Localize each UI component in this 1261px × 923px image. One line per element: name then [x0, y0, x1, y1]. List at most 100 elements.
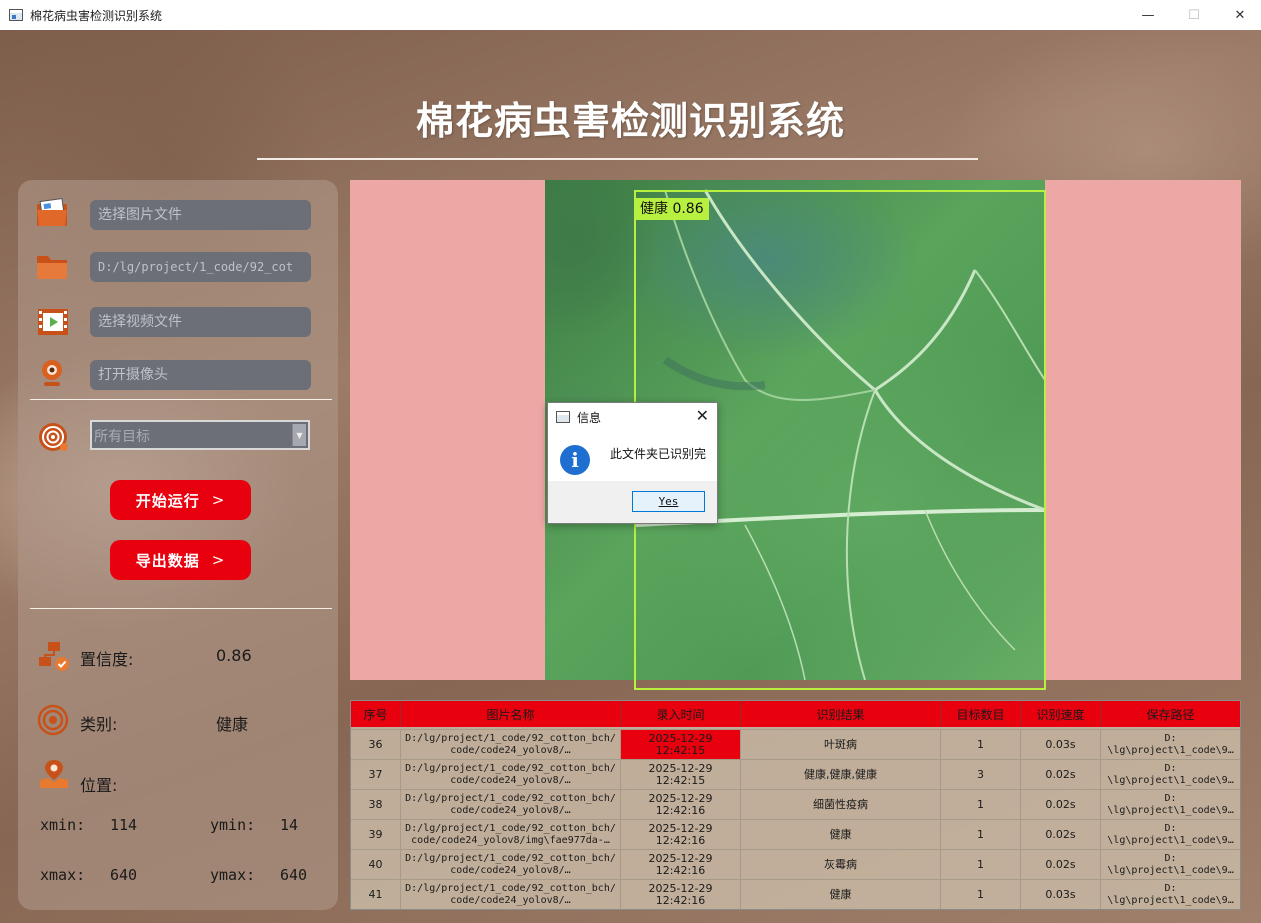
- cell-image-name-text: code/code24_yolov8/img\fae977da-…: [411, 834, 610, 846]
- table-header: 序号 图片名称 录入时间 识别结果 目标数目 识别速度 保存路径: [351, 701, 1240, 727]
- cell-time-text: 2025-12-29: [648, 881, 713, 895]
- dialog-title: 信息: [577, 411, 602, 425]
- cell-time: 2025-12-29 12:42:15: [621, 730, 741, 759]
- cell-speed: 0.02s: [1021, 850, 1101, 879]
- cell-save-path-text: D:: [1164, 762, 1177, 774]
- cell-count: 3: [941, 760, 1021, 789]
- cell-time-text: 2025-12-29: [648, 851, 713, 865]
- cell-speed-text: 0.02s: [1045, 767, 1076, 781]
- column-header[interactable]: 识别结果: [741, 701, 941, 727]
- cell-image-name-text: code/code24_yolov8/…: [450, 894, 571, 906]
- cell-result-text: 健康: [829, 887, 852, 901]
- cell-image-name-text: code/code24_yolov8/…: [450, 774, 571, 786]
- column-header[interactable]: 目标数目: [941, 701, 1021, 727]
- cell-id-text: 38: [368, 797, 383, 811]
- table-row[interactable]: 38 D:/lg/project/1_code/92_cotton_bch/cod…: [351, 789, 1240, 819]
- cell-id: 38: [351, 790, 401, 819]
- chevron-down-icon[interactable]: ▼: [292, 424, 306, 446]
- table-row[interactable]: 41 D:/lg/project/1_code/92_cotton_bch/cod…: [351, 879, 1240, 909]
- category-icon: [37, 704, 72, 736]
- cell-time: 2025-12-29 12:42:16: [621, 850, 741, 879]
- table-row[interactable]: 37 D:/lg/project/1_code/92_cotton_bch/cod…: [351, 759, 1240, 789]
- video-file-icon[interactable]: [36, 307, 70, 337]
- cell-image-name-text: D:/lg/project/1_code/92_cotton_bch/: [405, 882, 616, 894]
- camera-field[interactable]: 打开摄像头: [90, 360, 311, 390]
- cell-speed: 0.02s: [1021, 820, 1101, 849]
- info-dialog: 信息 ✕ i 此文件夹已识别完 Yes: [547, 402, 718, 524]
- title-underline: [257, 158, 978, 160]
- location-pin-icon: [38, 758, 72, 788]
- minimize-button[interactable]: —: [1125, 0, 1171, 30]
- cell-time-text: 12:42:15: [655, 743, 706, 757]
- cell-result-text: 叶斑病: [824, 737, 857, 751]
- cell-save-path-text: D:: [1164, 852, 1177, 864]
- column-header[interactable]: 录入时间: [621, 701, 741, 727]
- cell-result-text: 健康,健康,健康: [804, 767, 877, 781]
- cell-image-name: D:/lg/project/1_code/92_cotton_bch/code/…: [401, 820, 621, 849]
- maximize-button[interactable]: ☐: [1171, 0, 1217, 30]
- column-header[interactable]: 识别速度: [1021, 701, 1101, 727]
- column-header[interactable]: 保存路径: [1101, 701, 1240, 727]
- cell-result: 健康: [741, 820, 941, 849]
- window-titlebar: 棉花病虫害检测识别系统 — ☐ ✕: [0, 0, 1261, 30]
- cell-speed-text: 0.03s: [1045, 887, 1076, 901]
- cell-count-text: 1: [977, 737, 984, 751]
- chevron-right-icon: >: [211, 551, 226, 569]
- column-header[interactable]: 序号: [351, 701, 401, 727]
- cell-count-text: 1: [977, 857, 984, 871]
- cell-time-text: 2025-12-29: [648, 791, 713, 805]
- cell-save-path: D: \lg\project\1_code\9…: [1101, 730, 1240, 759]
- dialog-message: 此文件夹已识别完: [610, 447, 707, 461]
- folder-path-field[interactable]: D:/lg/project/1_code/92_cot: [90, 252, 311, 282]
- cell-save-path-text: \lg\project\1_code\9…: [1107, 864, 1234, 876]
- table-row[interactable]: 36 D:/lg/project/1_code/92_cotton_bch/cod…: [351, 729, 1240, 759]
- cell-id: 40: [351, 850, 401, 879]
- export-button[interactable]: 导出数据 >: [110, 540, 251, 580]
- cell-save-path: D: \lg\project\1_code\9…: [1101, 880, 1240, 909]
- xmax-label: xmax:: [40, 866, 86, 884]
- camera-icon[interactable]: [36, 358, 70, 388]
- cell-time-text: 2025-12-29: [648, 731, 713, 745]
- confidence-label: 置信度:: [80, 650, 134, 669]
- table-row[interactable]: 40 D:/lg/project/1_code/92_cotton_bch/cod…: [351, 849, 1240, 879]
- app-window-icon: [9, 9, 23, 21]
- cell-speed: 0.03s: [1021, 880, 1101, 909]
- cell-save-path: D: \lg\project\1_code\9…: [1101, 760, 1240, 789]
- cell-id: 36: [351, 730, 401, 759]
- cell-image-name-text: D:/lg/project/1_code/92_cotton_bch/: [405, 762, 616, 774]
- cell-save-path-text: D:: [1164, 882, 1177, 894]
- cell-count: 1: [941, 730, 1021, 759]
- yes-button[interactable]: Yes: [632, 491, 705, 512]
- image-file-field[interactable]: 选择图片文件: [90, 200, 311, 230]
- cell-time-text: 2025-12-29: [648, 821, 713, 835]
- image-file-icon[interactable]: [36, 197, 70, 228]
- cell-time: 2025-12-29 12:42:16: [621, 790, 741, 819]
- folder-icon[interactable]: [36, 252, 70, 282]
- cell-count-text: 1: [977, 887, 984, 901]
- target-select[interactable]: 所有目标 ▼: [90, 420, 310, 450]
- image-display: 健康 0.86: [350, 180, 1241, 690]
- cell-image-name-text: D:/lg/project/1_code/92_cotton_bch/: [405, 792, 616, 804]
- cell-speed: 0.03s: [1021, 730, 1101, 759]
- close-button[interactable]: ✕: [1217, 0, 1261, 30]
- cell-save-path-text: D:: [1164, 732, 1177, 744]
- cell-time-text: 12:42:15: [655, 773, 706, 787]
- video-file-field[interactable]: 选择视频文件: [90, 307, 311, 337]
- column-header[interactable]: 图片名称: [401, 701, 621, 727]
- cell-image-name: D:/lg/project/1_code/92_cotton_bch/code/…: [401, 760, 621, 789]
- cell-time: 2025-12-29 12:42:16: [621, 880, 741, 909]
- cell-time: 2025-12-29 12:42:16: [621, 820, 741, 849]
- cell-time-text: 12:42:16: [655, 803, 706, 817]
- ymin-label: ymin:: [210, 816, 256, 834]
- dialog-close-button[interactable]: ✕: [696, 406, 709, 425]
- dialog-window-icon: [556, 411, 570, 423]
- cell-id-text: 41: [368, 887, 383, 901]
- cell-speed: 0.02s: [1021, 790, 1101, 819]
- table-row[interactable]: 39 D:/lg/project/1_code/92_cotton_bch/cod…: [351, 819, 1240, 849]
- target-select-value: 所有目标: [94, 429, 150, 445]
- position-label: 位置:: [80, 776, 118, 795]
- cell-result-text: 灰霉病: [824, 857, 857, 871]
- cell-id-text: 40: [368, 857, 383, 871]
- cell-time-text: 12:42:16: [655, 863, 706, 877]
- start-button[interactable]: 开始运行 >: [110, 480, 251, 520]
